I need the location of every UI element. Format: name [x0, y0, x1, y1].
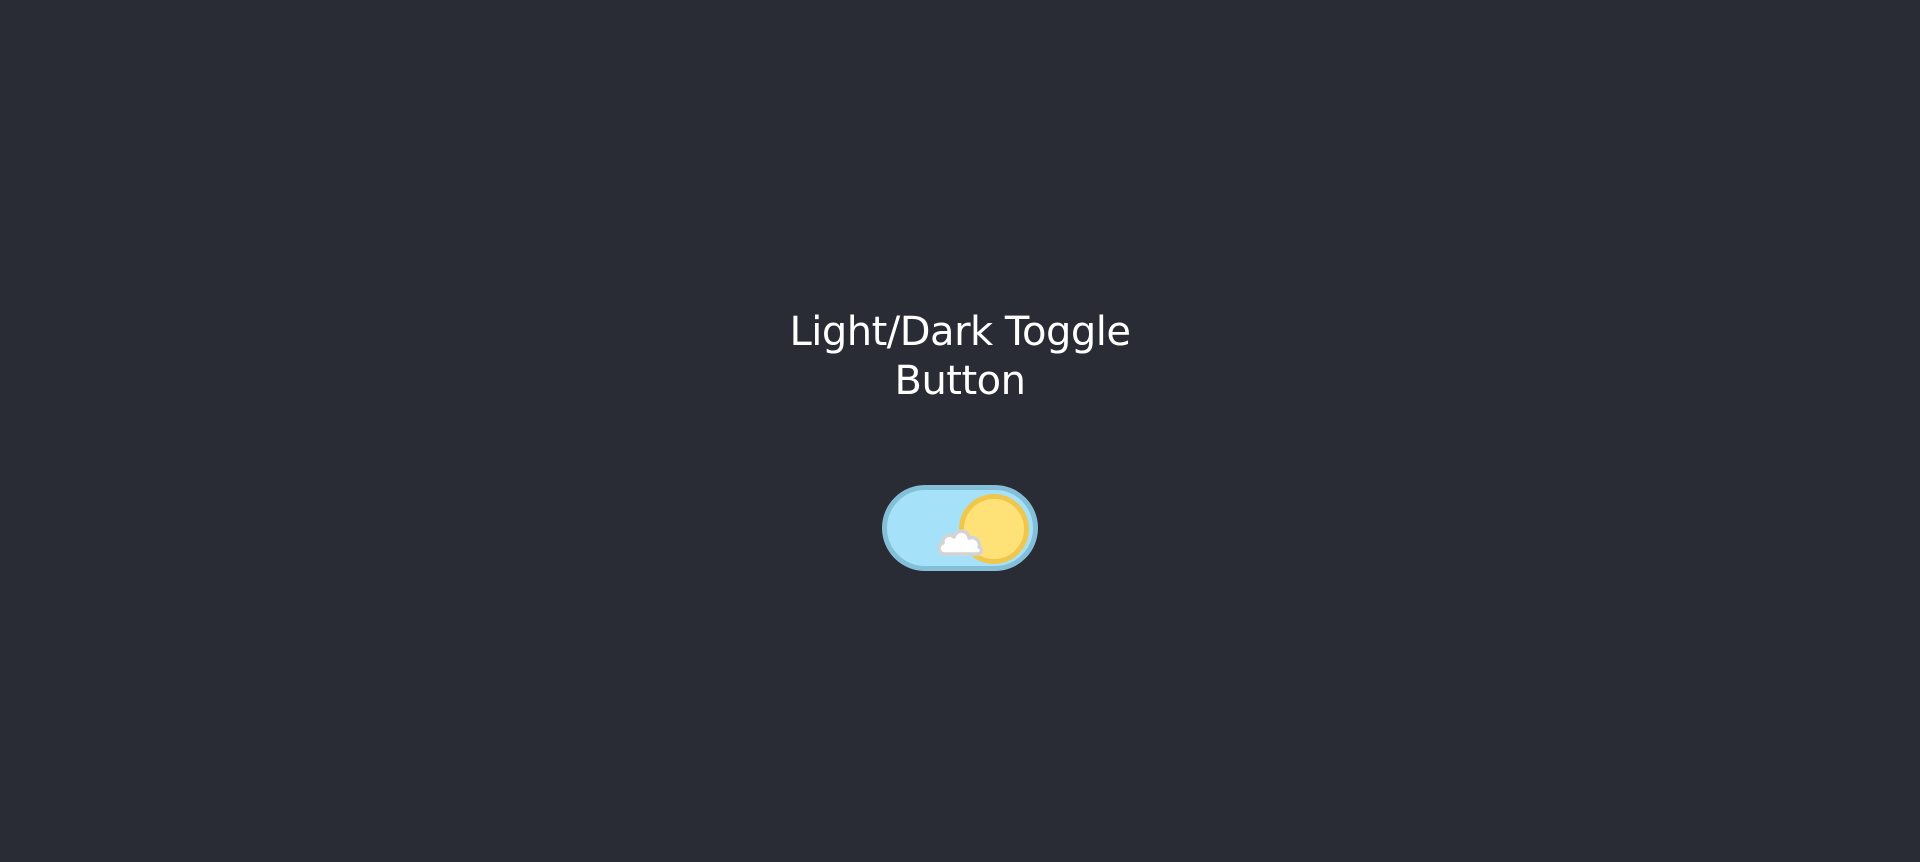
page: Light/Dark Toggle Button	[0, 0, 1920, 862]
page-title-word-1: Light/Dark	[789, 309, 993, 355]
page-title-word-2: Toggle	[1004, 309, 1131, 355]
page-title-line-1: Light/Dark Toggle	[760, 308, 1160, 357]
cloud-icon	[937, 529, 984, 556]
page-title: Light/Dark Toggle Button	[760, 308, 1160, 406]
light-dark-toggle-button[interactable]	[882, 485, 1038, 571]
page-title-line-2: Button	[894, 358, 1026, 404]
